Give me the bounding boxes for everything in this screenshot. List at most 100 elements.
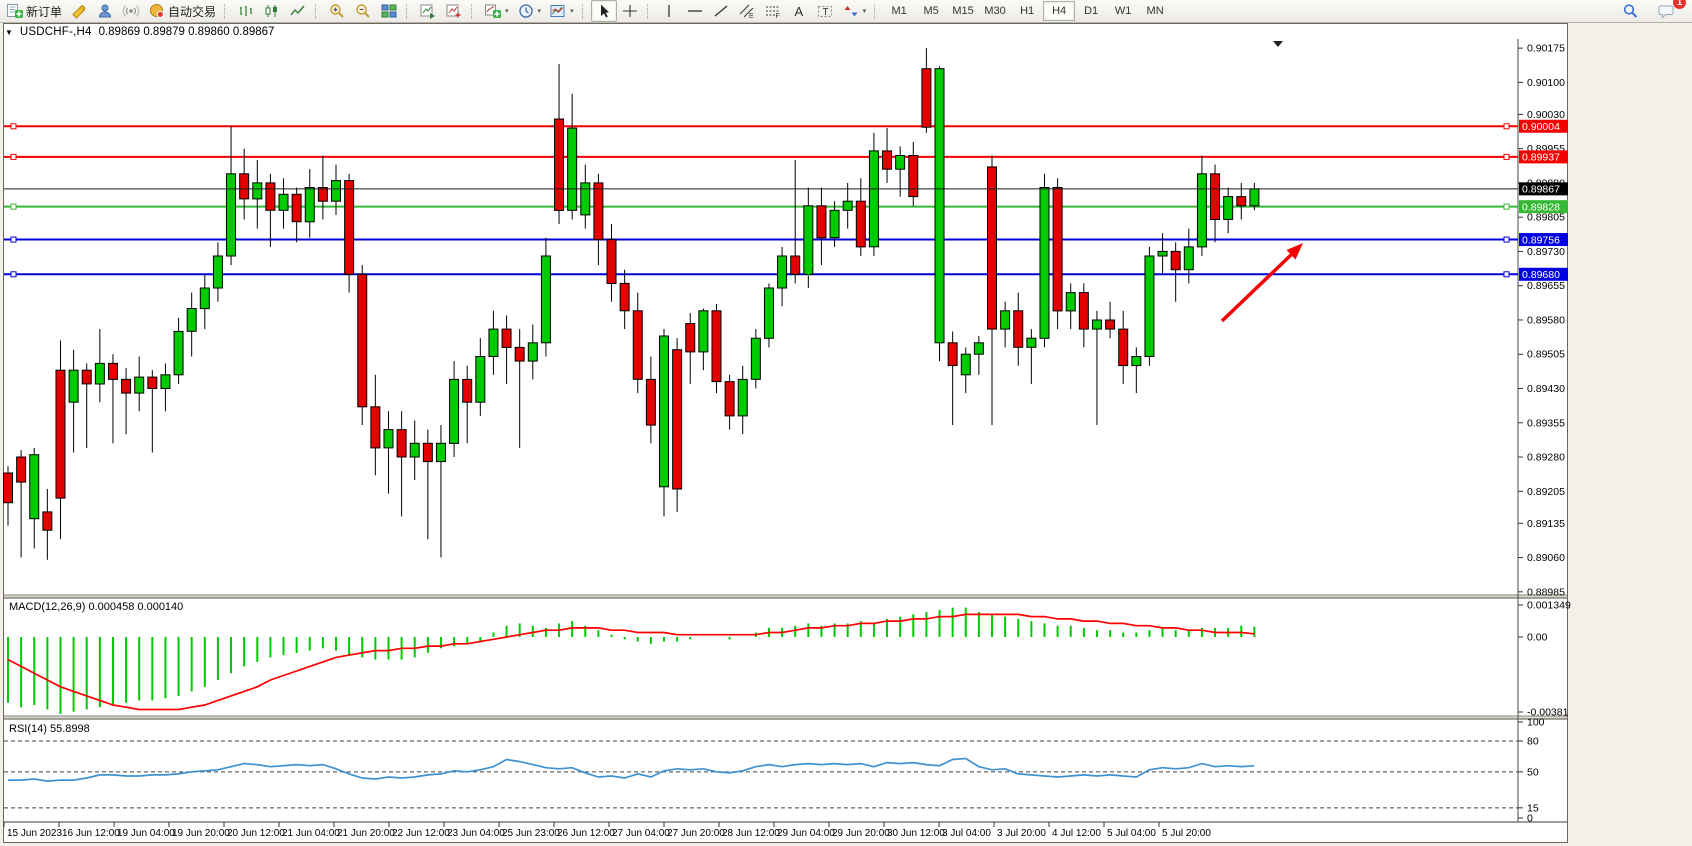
price-axis-tick: 0.89430 <box>1527 383 1565 395</box>
crosshair-icon <box>621 3 639 19</box>
toolbar: 新订单自动交易▾▾▾EFAT▾M1M5M15M30H1H4D1W1MN1 <box>0 0 1692 23</box>
timeframe-w1-button[interactable]: W1 <box>1107 1 1139 21</box>
toolbar-separator <box>471 4 476 19</box>
chat-button[interactable]: 1 <box>1654 0 1680 22</box>
search-icon <box>1622 3 1640 19</box>
timeframe-h4-button[interactable]: H4 <box>1043 1 1075 21</box>
timeframe-h1-button[interactable]: H1 <box>1011 1 1043 21</box>
autotrade-icon <box>148 3 166 19</box>
svg-text:0.89828: 0.89828 <box>1522 201 1560 213</box>
price-axis-tick: 0.89135 <box>1527 518 1565 530</box>
toolbar-separator <box>315 4 320 19</box>
text-icon: A <box>790 3 808 19</box>
indicators-icon <box>484 3 502 19</box>
clock-icon <box>517 3 535 19</box>
price-axis-tick: 0.89655 <box>1527 280 1565 292</box>
styles-button[interactable] <box>66 0 92 22</box>
svg-text:E: E <box>749 13 754 19</box>
trendline-button[interactable] <box>708 0 734 22</box>
timeframe-mn-button[interactable]: MN <box>1139 1 1171 21</box>
channel-icon: E <box>738 3 756 19</box>
toolbar-separator <box>224 4 229 19</box>
svg-text:T: T <box>822 7 828 18</box>
profile-button[interactable] <box>92 0 118 22</box>
time-axis-label: 21 Jun 04:00 <box>282 828 340 839</box>
svg-text:0.00: 0.00 <box>1527 632 1548 644</box>
zoom-out-button[interactable] <box>350 0 376 22</box>
time-axis-label: 15 Jun 2023 <box>7 828 62 839</box>
time-axis-label: 30 Jun 12:00 <box>887 828 945 839</box>
new-chart-button[interactable] <box>415 0 441 22</box>
price-tag: 0.89680 <box>1519 268 1568 281</box>
periods-button[interactable]: ▾ <box>513 0 546 22</box>
toolbar-separator <box>582 4 587 19</box>
signals-button[interactable] <box>118 0 144 22</box>
horizontal-line-button[interactable] <box>682 0 708 22</box>
time-axis-label: 27 Jun 20:00 <box>667 828 725 839</box>
candle-chart-icon <box>263 3 281 19</box>
indicators-button[interactable]: ▾ <box>480 0 513 22</box>
channel-button[interactable]: E <box>734 0 760 22</box>
time-axis-label: 3 Jul 04:00 <box>942 828 991 839</box>
time-axis-label: 5 Jul 04:00 <box>1107 828 1156 839</box>
chart-window-background <box>3 23 1568 843</box>
chart-title-row: ▼ USDCHF-,H4 0.89869 0.89879 0.89860 0.8… <box>5 25 274 39</box>
text-button[interactable]: A <box>786 0 812 22</box>
bar-chart-button[interactable] <box>233 0 259 22</box>
price-tag: 0.89867 <box>1519 182 1568 195</box>
chart-ohlc-values: 0.89869 0.89879 0.89860 0.89867 <box>99 26 275 38</box>
vertical-line-button[interactable] <box>656 0 682 22</box>
price-axis-tick: 0.89205 <box>1527 486 1565 498</box>
timeframe-m5-button[interactable]: M5 <box>915 1 947 21</box>
svg-text:A: A <box>794 4 803 19</box>
svg-text:F: F <box>775 13 779 19</box>
timeframe-m1-button[interactable]: M1 <box>883 1 915 21</box>
time-axis-label: 16 Jun 12:00 <box>62 828 120 839</box>
price-axis-tick: 0.89280 <box>1527 452 1565 464</box>
trendline-icon <box>712 3 730 19</box>
svg-text:100: 100 <box>1527 717 1545 729</box>
svg-text:0: 0 <box>1527 813 1533 825</box>
template-icon <box>549 3 567 19</box>
autotrading-button[interactable]: 自动交易 <box>144 0 220 22</box>
signal-icon <box>122 3 140 19</box>
price-axis-tick: 0.90030 <box>1527 109 1565 121</box>
price-axis-tick: 0.90100 <box>1527 77 1565 89</box>
timeframe-m30-button[interactable]: M30 <box>979 1 1011 21</box>
arrows-button[interactable]: ▾ <box>838 0 871 22</box>
cursor-icon <box>595 3 613 19</box>
line-chart-button[interactable] <box>285 0 311 22</box>
zoom-in-icon <box>328 3 346 19</box>
chart-canvas[interactable]: 0.901750.901000.900300.899550.898800.898… <box>0 0 1692 846</box>
bar-chart-icon <box>237 3 255 19</box>
timeframe-d1-button[interactable]: D1 <box>1075 1 1107 21</box>
svg-text:0.89680: 0.89680 <box>1522 269 1560 281</box>
price-axis-tick: 0.88985 <box>1527 586 1565 598</box>
chart-dropdown-icon[interactable]: ▼ <box>5 28 13 37</box>
fibonacci-button[interactable]: F <box>760 0 786 22</box>
arrows-icon <box>842 3 860 19</box>
price-axis-tick: 0.89505 <box>1527 349 1565 361</box>
new-order-button[interactable]: 新订单 <box>2 0 66 22</box>
profiles-icon <box>445 3 463 19</box>
profiles-button[interactable] <box>441 0 467 22</box>
timeframe-m15-button[interactable]: M15 <box>947 1 979 21</box>
search-button[interactable] <box>1618 0 1644 22</box>
new-order-icon <box>6 3 24 19</box>
time-axis-label: 28 Jun 12:00 <box>722 828 780 839</box>
time-axis-label: 23 Jun 04:00 <box>447 828 505 839</box>
label-button[interactable]: T <box>812 0 838 22</box>
templates-button[interactable]: ▾ <box>545 0 578 22</box>
svg-text:0.90004: 0.90004 <box>1522 121 1560 133</box>
price-axis-tick: 0.89805 <box>1527 212 1565 224</box>
crosshair-button[interactable] <box>617 0 643 22</box>
time-axis-label: 29 Jun 20:00 <box>832 828 890 839</box>
zoom-in-button[interactable] <box>324 0 350 22</box>
tile-windows-button[interactable] <box>376 0 402 22</box>
price-axis-tick: 0.89730 <box>1527 246 1565 258</box>
cursor-button[interactable] <box>591 0 617 22</box>
hline-icon <box>686 3 704 19</box>
chart-symbol-title: USDCHF-,H4 <box>20 26 92 38</box>
candlestick-chart-button[interactable] <box>259 0 285 22</box>
svg-text:0.89867: 0.89867 <box>1522 184 1560 196</box>
